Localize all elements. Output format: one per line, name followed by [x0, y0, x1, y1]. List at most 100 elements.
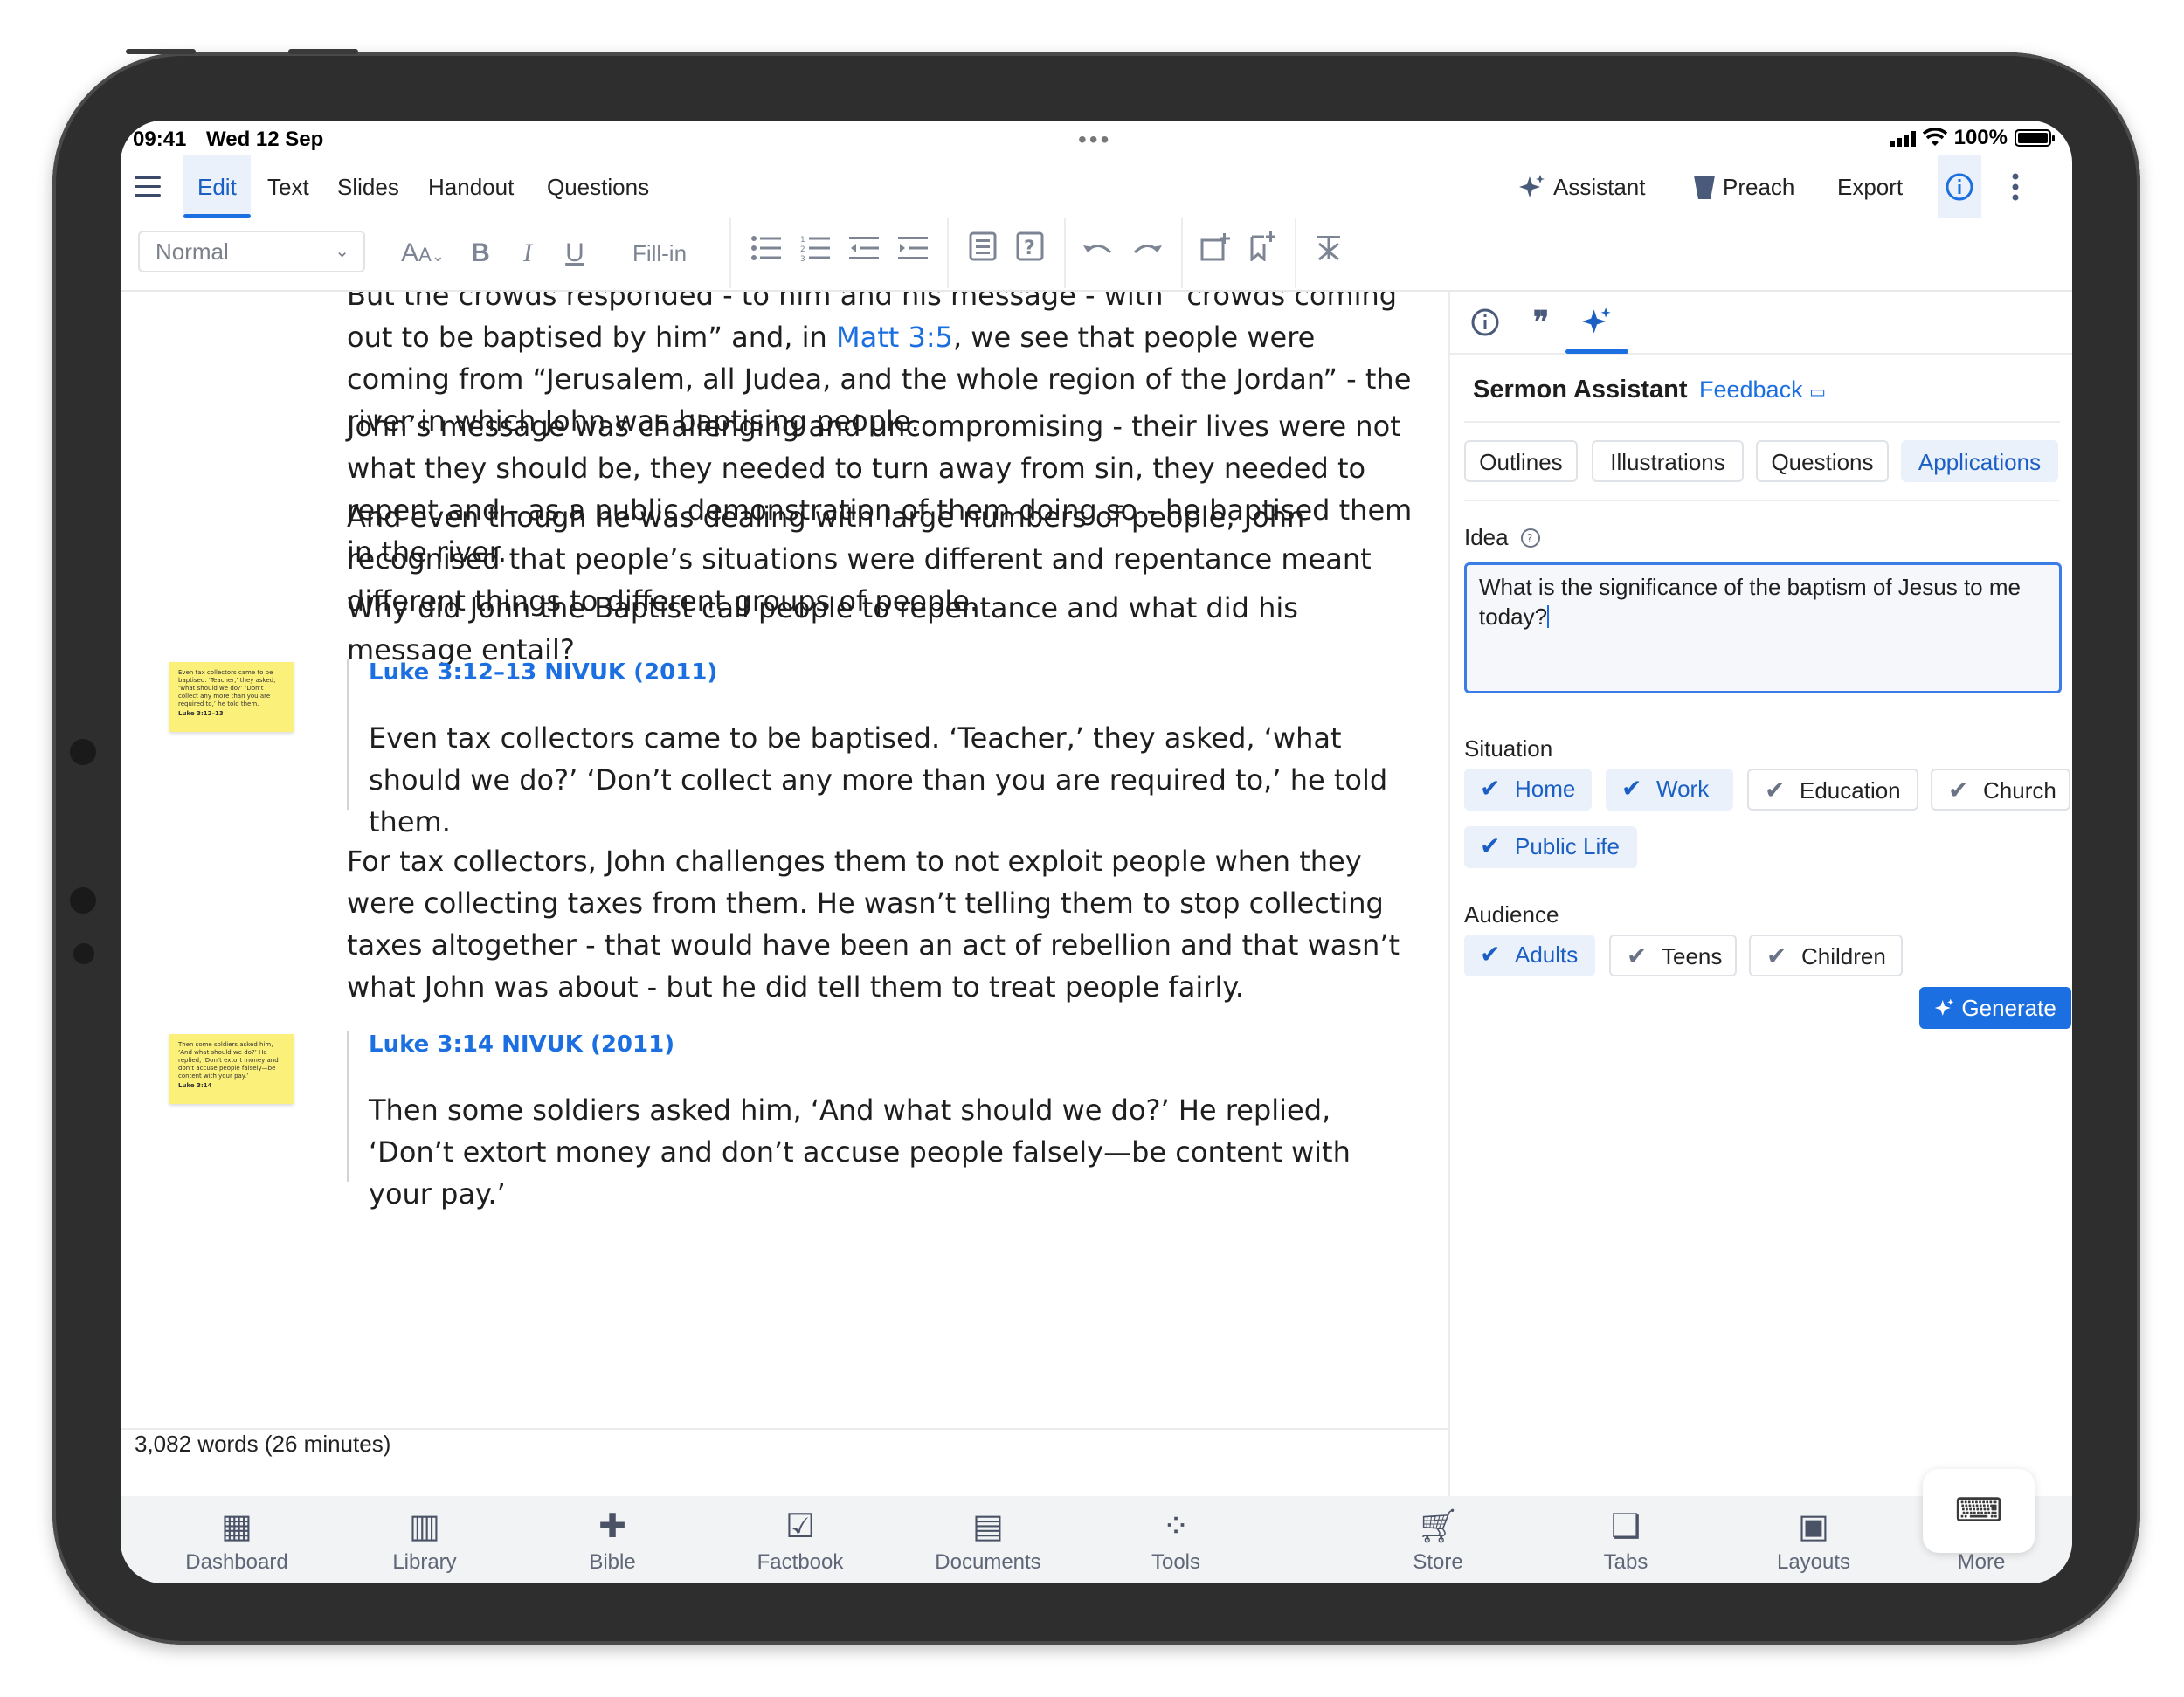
sparkle-icon: [1519, 175, 1545, 197]
mode-questions[interactable]: Questions: [1756, 440, 1889, 482]
numbered-list-icon[interactable]: 123: [793, 231, 837, 276]
more-options-icon[interactable]: [2011, 155, 2020, 218]
keyboard-toggle-button[interactable]: ⌨: [1923, 1469, 2035, 1553]
tab-slides[interactable]: Slides: [337, 155, 399, 218]
chip-label: Adults: [1515, 942, 1579, 968]
scripture-quote[interactable]: Luke 3:12–13 NIVUK (2011) Even tax colle…: [347, 659, 1395, 838]
situation-chip-work[interactable]: ✔ Work: [1606, 769, 1733, 811]
help-icon[interactable]: ?: [1520, 528, 1541, 548]
clear-formatting-icon[interactable]: [1307, 231, 1351, 276]
mode-applications[interactable]: Applications: [1901, 440, 2058, 482]
font-size-icon[interactable]: AA⌄: [397, 231, 449, 276]
chip-label: Public Life: [1515, 833, 1620, 859]
hamburger-menu-icon[interactable]: [135, 176, 161, 203]
situation-chip-public-life[interactable]: ✔ Public Life: [1464, 826, 1637, 868]
idea-label: Idea ?: [1464, 524, 1541, 551]
paragraph[interactable]: Why did John the Baptist call people to …: [347, 587, 1413, 671]
dock-bible[interactable]: ✚ Bible: [543, 1503, 682, 1575]
mode-outlines[interactable]: Outlines: [1464, 440, 1578, 482]
dock-tools[interactable]: ⁘ Tools: [1106, 1503, 1246, 1575]
insert-question-icon[interactable]: ?: [1008, 231, 1052, 276]
tab-questions[interactable]: Questions: [547, 155, 649, 218]
tools-grid-icon: ⁘: [1162, 1508, 1190, 1545]
paragraph-style-select[interactable]: Normal ⌄: [138, 231, 365, 272]
generate-button[interactable]: Generate: [1919, 987, 2071, 1029]
layouts-icon: ▣: [1798, 1508, 1829, 1545]
indent-icon[interactable]: [891, 231, 935, 276]
sparkle-icon: [1582, 307, 1611, 334]
dashboard-icon: ▦: [221, 1508, 252, 1545]
assistant-button[interactable]: Assistant: [1518, 155, 1646, 218]
export-label: Export: [1837, 173, 1904, 200]
italic-icon[interactable]: I: [510, 231, 545, 276]
bold-icon[interactable]: B: [463, 231, 498, 276]
dock-label: More: [1957, 1550, 2006, 1574]
tab-text[interactable]: Text: [267, 155, 309, 218]
sticky-note[interactable]: Even tax collectors came to be baptised.…: [169, 662, 294, 732]
dock-tabs[interactable]: ❏ Tabs: [1556, 1503, 1696, 1575]
format-toolbar: Normal ⌄ AA⌄ B I U Fill-in 123 ?: [121, 218, 2072, 292]
preach-button[interactable]: Preach: [1693, 155, 1794, 218]
chip-label: Children: [1801, 943, 1886, 969]
dock-library[interactable]: ▥ Library: [355, 1503, 494, 1575]
sermon-assistant-panel: ❞ Sermon Assistant Feedback ▭ Outlines I…: [1448, 292, 2072, 1497]
insert-passage-icon[interactable]: [961, 231, 1005, 276]
scripture-quote[interactable]: Luke 3:14 NIVUK (2011) Then some soldier…: [347, 1031, 1395, 1211]
camera-dot: [70, 739, 96, 765]
dock-documents[interactable]: ▤ Documents: [918, 1503, 1058, 1575]
bulleted-list-icon[interactable]: [744, 231, 788, 276]
checkmark-icon: ✔: [1480, 775, 1501, 802]
add-slide-icon[interactable]: [1193, 231, 1237, 276]
toolbar-divider: [729, 218, 731, 288]
checkmark-icon: ✔: [1480, 832, 1501, 859]
redo-icon[interactable]: [1125, 231, 1169, 276]
tab-edit[interactable]: Edit: [183, 155, 251, 218]
checkmark-icon: ✔: [1765, 776, 1786, 804]
scripture-link[interactable]: Matt 3:5: [836, 321, 953, 354]
feedback-label: Feedback: [1699, 376, 1803, 403]
panel-tab-info[interactable]: [1459, 299, 1511, 346]
info-icon: [1471, 308, 1499, 336]
outdent-icon[interactable]: [842, 231, 886, 276]
export-button[interactable]: Export: [1837, 155, 1903, 218]
feedback-link[interactable]: Feedback ▭: [1699, 376, 1826, 404]
audience-chip-teens[interactable]: ✔ Teens: [1609, 935, 1737, 976]
dock-layouts[interactable]: ▣ Layouts: [1744, 1503, 1883, 1575]
pulpit-icon: [1694, 176, 1715, 199]
dock-store[interactable]: 🛒︎ Store: [1368, 1503, 1508, 1575]
tab-handout[interactable]: Handout: [428, 155, 514, 218]
undo-icon[interactable]: [1076, 231, 1120, 276]
tabs-icon: ❏: [1610, 1508, 1641, 1545]
paragraph[interactable]: For tax collectors, John challenges them…: [347, 840, 1413, 1008]
idea-input[interactable]: What is the significance of the baptism …: [1464, 562, 2062, 693]
underline-icon[interactable]: U: [557, 231, 592, 276]
info-button[interactable]: [1938, 155, 1981, 218]
situation-chip-church[interactable]: ✔ Church: [1931, 769, 2070, 811]
panel-tab-quotes[interactable]: ❞: [1515, 299, 1567, 346]
scripture-reference[interactable]: Luke 3:14 NIVUK (2011): [369, 1031, 1395, 1058]
audience-chip-children[interactable]: ✔ Children: [1749, 935, 1903, 976]
dock-factbook[interactable]: ☑ Factbook: [730, 1503, 870, 1575]
chevron-down-icon: ⌄: [335, 242, 349, 261]
status-time: 09:41: [133, 128, 187, 151]
panel-tab-assistant[interactable]: [1565, 299, 1628, 354]
chip-label: Work: [1656, 776, 1710, 802]
wifi-icon: [1922, 128, 1947, 146]
dock-dashboard[interactable]: ▦ Dashboard: [167, 1503, 307, 1575]
audience-chip-adults[interactable]: ✔ Adults: [1464, 935, 1595, 976]
text-cursor: [1547, 605, 1550, 628]
scripture-reference[interactable]: Luke 3:12–13 NIVUK (2011): [369, 659, 1395, 686]
mode-illustrations[interactable]: Illustrations: [1592, 440, 1744, 482]
fill-in-button[interactable]: Fill-in: [603, 231, 716, 276]
document-editor[interactable]: But the crowds responded - to him and hi…: [121, 292, 1448, 1427]
bible-icon: ✚: [598, 1508, 626, 1545]
svg-text:2: 2: [800, 245, 805, 254]
cart-icon: 🛒︎: [1416, 1508, 1460, 1545]
situation-chip-education[interactable]: ✔ Education: [1747, 769, 1918, 811]
sticky-note[interactable]: Then some soldiers asked him, ‘And what …: [169, 1034, 294, 1104]
sticky-note-text: Then some soldiers asked him, ‘And what …: [178, 1041, 279, 1080]
multitasking-dots-icon[interactable]: •••: [1078, 126, 1111, 154]
add-bookmark-icon[interactable]: [1241, 231, 1284, 276]
situation-chip-home[interactable]: ✔ Home: [1464, 769, 1592, 811]
scripture-text: Then some soldiers asked him, ‘And what …: [369, 1093, 1351, 1211]
